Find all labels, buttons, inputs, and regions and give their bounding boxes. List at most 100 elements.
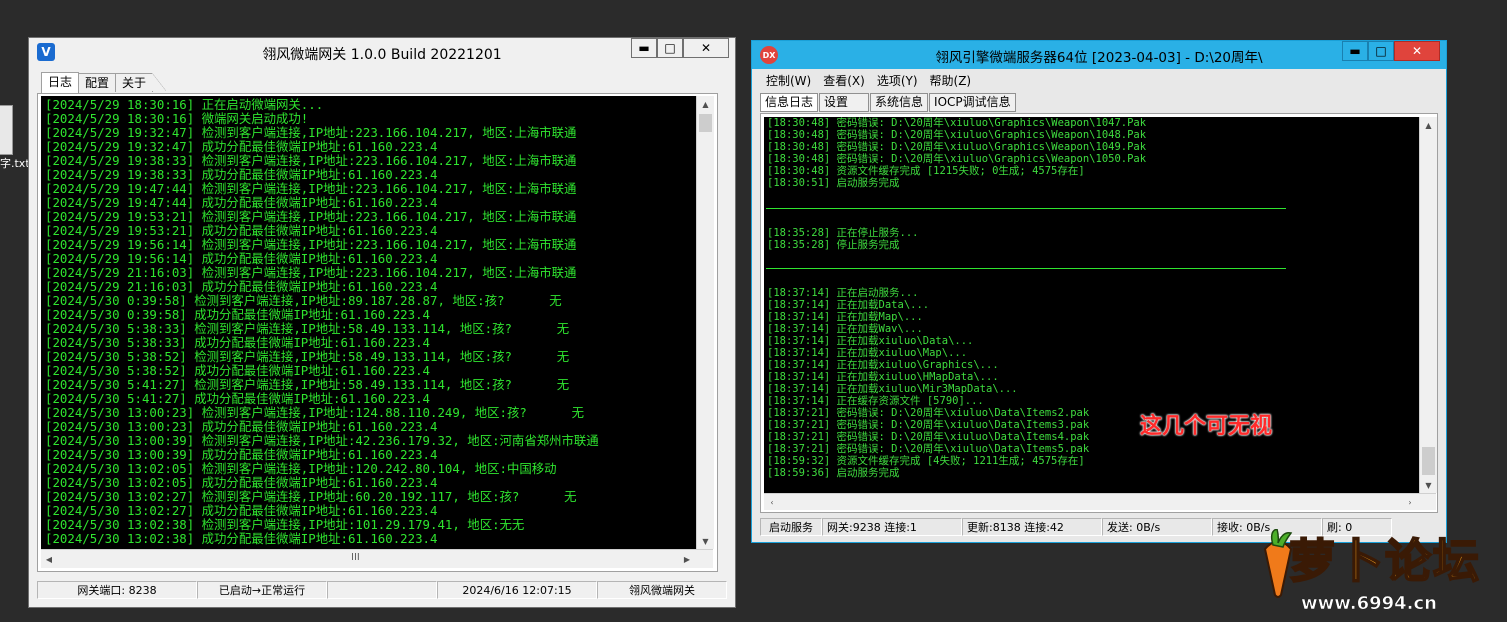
vertical-scrollbar[interactable]: ▲ ▼ bbox=[696, 96, 714, 549]
log-line: [18:59:32] 资源文件缓存完成 [4失败; 1211生成; 4575存在… bbox=[767, 455, 1085, 467]
minimize-icon: ▬ bbox=[1349, 44, 1361, 58]
minimize-icon: ▬ bbox=[638, 41, 650, 55]
log-line: [2024/5/29 19:47:44] 成功分配最佳微端IP地址:61.160… bbox=[45, 195, 438, 210]
menu-help[interactable]: 帮助(Z) bbox=[924, 72, 978, 90]
log-line: [18:30:48] 密码错误: D:\20周年\xiuluo\Graphics… bbox=[767, 141, 1147, 153]
log-line: [18:37:21] 密码错误: D:\20周年\xiuluo\Data\Ite… bbox=[767, 443, 1090, 455]
log-line: [2024/5/30 13:02:05] 成功分配最佳微端IP地址:61.160… bbox=[45, 475, 438, 490]
horizontal-scrollbar[interactable]: ◀ III ▶ bbox=[41, 549, 713, 568]
scroll-thumb[interactable] bbox=[1422, 447, 1435, 475]
log-line: [18:30:48] 资源文件缓存完成 [1215失败; 0生成; 4575存在… bbox=[767, 165, 1085, 177]
log-line: [2024/5/30 0:39:58] 检测到客户端连接,IP地址:89.187… bbox=[45, 293, 562, 308]
log-line: [2024/5/30 13:02:05] 检测到客户端连接,IP地址:120.2… bbox=[45, 461, 557, 476]
scroll-up-icon[interactable]: ▲ bbox=[697, 96, 714, 112]
log-line: [2024/5/29 18:30:16] 微端网关启动成功! bbox=[45, 111, 309, 126]
tab-log[interactable]: 日志 bbox=[41, 72, 80, 93]
menu-control[interactable]: 控制(W) bbox=[760, 72, 817, 90]
scroll-grip[interactable]: III bbox=[351, 552, 360, 563]
tab-settings[interactable]: 设置 bbox=[819, 93, 870, 112]
log-line: [2024/5/30 13:00:23] 成功分配最佳微端IP地址:61.160… bbox=[45, 419, 438, 434]
status-gateway-conn: 网关:9238 连接:1 bbox=[822, 518, 962, 536]
log-line: [2024/5/29 19:53:21] 成功分配最佳微端IP地址:61.160… bbox=[45, 223, 438, 238]
horizontal-scrollbar[interactable]: ‹ › bbox=[764, 493, 1436, 510]
menu-view[interactable]: 查看(X) bbox=[817, 72, 871, 90]
annotation-text: 这几个可无视 bbox=[1140, 414, 1273, 439]
log-line: [18:37:14] 正在加载xiuluo\Mir3MapData\... bbox=[767, 383, 1018, 395]
close-button[interactable]: ✕ bbox=[683, 38, 729, 58]
log-line: [18:37:14] 正在加载xiuluo\Graphics\... bbox=[767, 359, 999, 371]
log-line: [18:37:21] 密码错误: D:\20周年\xiuluo\Data\Ite… bbox=[767, 431, 1090, 443]
tab-config[interactable]: 配置 bbox=[78, 73, 117, 92]
status-start-service[interactable]: 启动服务 bbox=[760, 518, 822, 536]
desktop-file-icon[interactable] bbox=[0, 105, 13, 155]
scroll-down-icon[interactable]: ▼ bbox=[697, 533, 714, 549]
watermark-logo: 萝卜论坛 www.6994.cn bbox=[1255, 515, 1505, 620]
server-tabs: 信息日志 设置 系统信息 IOCP调试信息 bbox=[760, 93, 1017, 112]
log-line: [2024/5/30 5:41:27] 成功分配最佳微端IP地址:61.160.… bbox=[45, 391, 430, 406]
tab-info-log[interactable]: 信息日志 bbox=[760, 93, 819, 112]
maximize-button[interactable]: □ bbox=[657, 38, 683, 58]
log-line: [2024/5/29 18:30:16] 正在启动微端网关... bbox=[45, 97, 324, 112]
desktop-file-label[interactable]: 字.txt bbox=[0, 155, 30, 171]
status-datetime: 2024/6/16 12:07:15 bbox=[437, 581, 597, 599]
log-line: [18:37:14] 正在加载xiuluo\Data\... bbox=[767, 335, 974, 347]
menu-options[interactable]: 选项(Y) bbox=[871, 72, 924, 90]
close-button[interactable]: ✕ bbox=[1394, 41, 1440, 61]
log-group-startup: [18:30:48] 密码错误: D:\20周年\xiuluo\Graphics… bbox=[767, 117, 1146, 189]
log-line: [18:37:14] 正在加载Map\... bbox=[767, 311, 923, 323]
log-line: [18:30:48] 密码错误: D:\20周年\xiuluo\Graphics… bbox=[767, 117, 1147, 129]
gateway-log-console[interactable]: [2024/5/29 18:30:16] 正在启动微端网关... [2024/5/… bbox=[41, 96, 696, 549]
gateway-titlebar[interactable]: V 翎风微端网关 1.0.0 Build 20221201 ▬ □ ✕ bbox=[29, 38, 735, 68]
tab-about[interactable]: 关于 bbox=[115, 73, 154, 92]
scroll-right-icon[interactable]: ▶ bbox=[679, 550, 695, 568]
log-line: [2024/5/30 13:02:38] 成功分配最佳微端IP地址:61.160… bbox=[45, 531, 438, 546]
scroll-left-icon[interactable]: ‹ bbox=[764, 494, 780, 510]
log-separator bbox=[766, 268, 1286, 269]
gateway-log-list: [2024/5/29 18:30:16] 正在启动微端网关... [2024/5/… bbox=[45, 98, 696, 546]
log-line: [2024/5/30 5:38:52] 检测到客户端连接,IP地址:58.49.… bbox=[45, 349, 570, 364]
log-line: [2024/5/29 19:38:33] 检测到客户端连接,IP地址:223.1… bbox=[45, 153, 577, 168]
tab-iocp-debug[interactable]: IOCP调试信息 bbox=[929, 93, 1016, 112]
minimize-button[interactable]: ▬ bbox=[631, 38, 657, 58]
log-line: [2024/5/30 5:41:27] 检测到客户端连接,IP地址:58.49.… bbox=[45, 377, 570, 392]
log-line: [18:37:21] 密码错误: D:\20周年\xiuluo\Data\Ite… bbox=[767, 419, 1090, 431]
gateway-window: V 翎风微端网关 1.0.0 Build 20221201 ▬ □ ✕ 日志 配… bbox=[28, 37, 736, 608]
log-line: [18:37:14] 正在启动服务... bbox=[767, 287, 919, 299]
log-line: [18:59:36] 启动服务完成 bbox=[767, 467, 900, 479]
scroll-left-icon[interactable]: ◀ bbox=[41, 550, 57, 568]
log-line: [2024/5/30 5:38:52] 成功分配最佳微端IP地址:61.160.… bbox=[45, 363, 430, 378]
scroll-thumb[interactable] bbox=[699, 114, 712, 132]
minimize-button[interactable]: ▬ bbox=[1342, 41, 1368, 61]
maximize-icon: □ bbox=[664, 41, 676, 55]
log-group-stop: [18:35:28] 正在停止服务... [18:35:28] 停止服务完成 bbox=[767, 227, 919, 251]
server-titlebar[interactable]: DX 翎风引擎微端服务器64位 [2023-04-03] - D:\20周年\ … bbox=[752, 41, 1446, 69]
log-line: [18:30:48] 密码错误: D:\20周年\xiuluo\Graphics… bbox=[767, 153, 1147, 165]
tab-notch bbox=[152, 73, 167, 91]
vertical-scrollbar[interactable]: ▲ ▼ bbox=[1419, 117, 1437, 493]
status-appname: 翎风微端网关 bbox=[597, 581, 727, 599]
log-separator bbox=[766, 208, 1286, 209]
watermark-logo-text: 萝卜论坛 bbox=[1288, 533, 1481, 589]
log-line: [2024/5/29 21:16:03] 成功分配最佳微端IP地址:61.160… bbox=[45, 279, 438, 294]
log-line: [2024/5/29 21:16:03] 检测到客户端连接,IP地址:223.1… bbox=[45, 265, 577, 280]
scroll-down-icon[interactable]: ▼ bbox=[1420, 477, 1437, 493]
scroll-right-icon[interactable]: › bbox=[1402, 494, 1418, 510]
log-line: [2024/5/30 13:02:38] 检测到客户端连接,IP地址:101.2… bbox=[45, 517, 525, 532]
status-port: 网关端口: 8238 bbox=[37, 581, 197, 599]
log-line: [18:37:14] 正在加载Wav\... bbox=[767, 323, 923, 335]
status-update-conn: 更新:8138 连接:42 bbox=[962, 518, 1102, 536]
scroll-up-icon[interactable]: ▲ bbox=[1420, 117, 1437, 133]
close-icon: ✕ bbox=[700, 41, 712, 55]
log-line: [18:37:21] 密码错误: D:\20周年\xiuluo\Data\Ite… bbox=[767, 407, 1090, 419]
tab-system-info[interactable]: 系统信息 bbox=[870, 93, 929, 112]
log-line: [2024/5/30 13:00:23] 检测到客户端连接,IP地址:124.8… bbox=[45, 405, 584, 420]
watermark-url: www.6994.cn bbox=[1301, 593, 1438, 615]
gateway-statusbar: 网关端口: 8238 已启动→正常运行 2024/6/16 12:07:15 翎… bbox=[37, 581, 727, 599]
menubar: 控制(W) 查看(X) 选项(Y) 帮助(Z) bbox=[760, 72, 977, 90]
maximize-button[interactable]: □ bbox=[1368, 41, 1394, 61]
server-log-console[interactable]: [18:30:48] 密码错误: D:\20周年\xiuluo\Graphics… bbox=[764, 117, 1419, 493]
log-line: [18:35:28] 停止服务完成 bbox=[767, 239, 900, 251]
status-send-rate: 发送: 0B/s bbox=[1102, 518, 1212, 536]
log-line: [18:37:14] 正在加载Data\... bbox=[767, 299, 930, 311]
log-line: [2024/5/30 5:38:33] 成功分配最佳微端IP地址:61.160.… bbox=[45, 335, 430, 350]
